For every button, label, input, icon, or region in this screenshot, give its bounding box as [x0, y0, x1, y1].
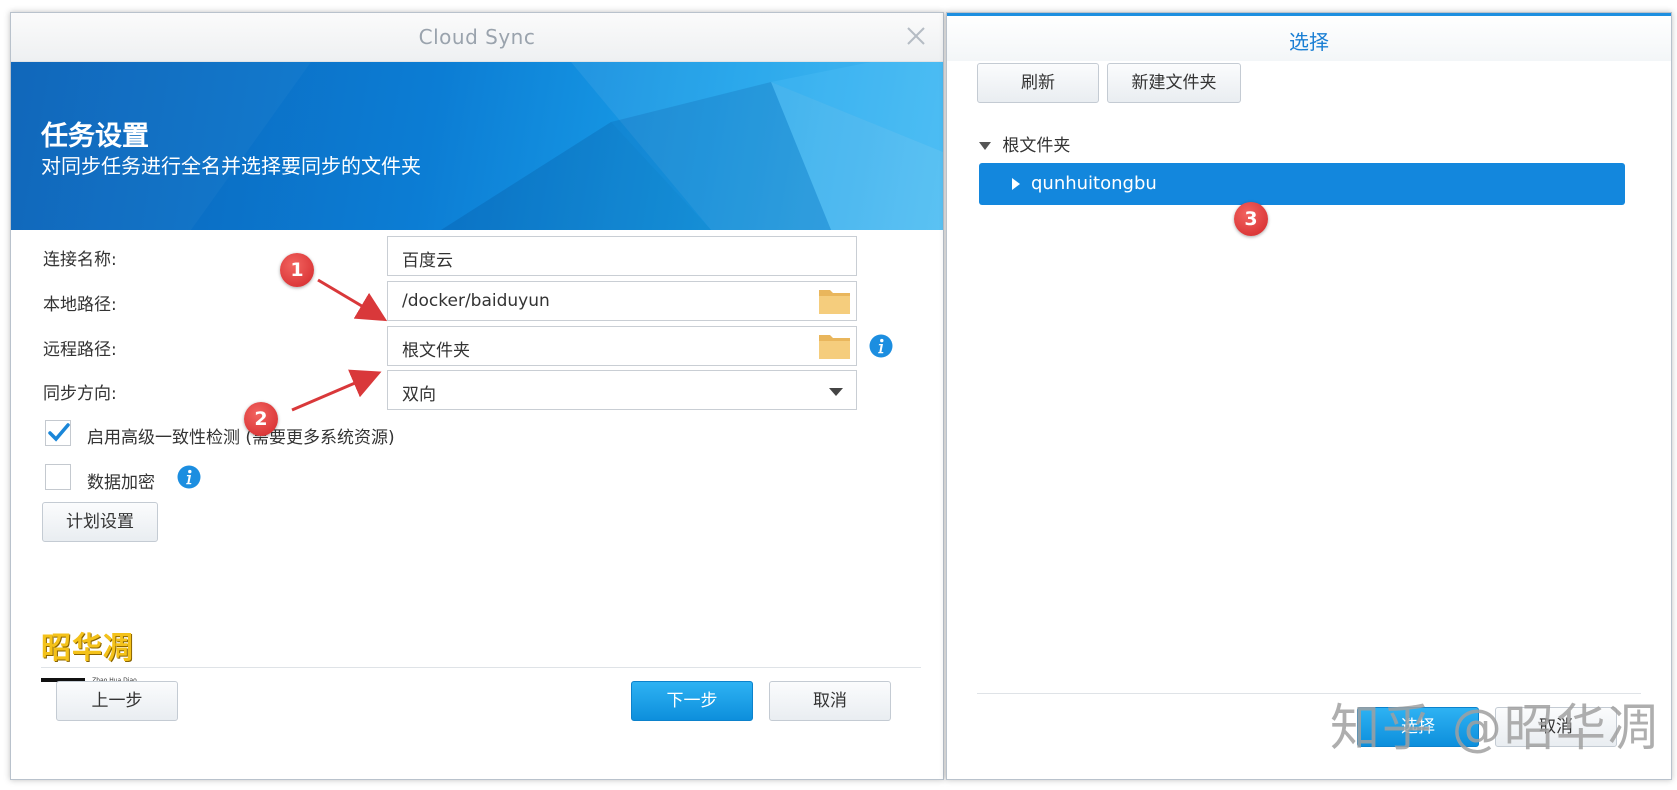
- watermark: 知乎 @昭华凋: [1330, 699, 1660, 757]
- annotation-badge-2: 2: [244, 402, 278, 436]
- annotation-arrows: [291, 278, 388, 412]
- annotation-badge-1: 1: [280, 253, 314, 287]
- annotation-badge-3: 3: [1234, 202, 1268, 236]
